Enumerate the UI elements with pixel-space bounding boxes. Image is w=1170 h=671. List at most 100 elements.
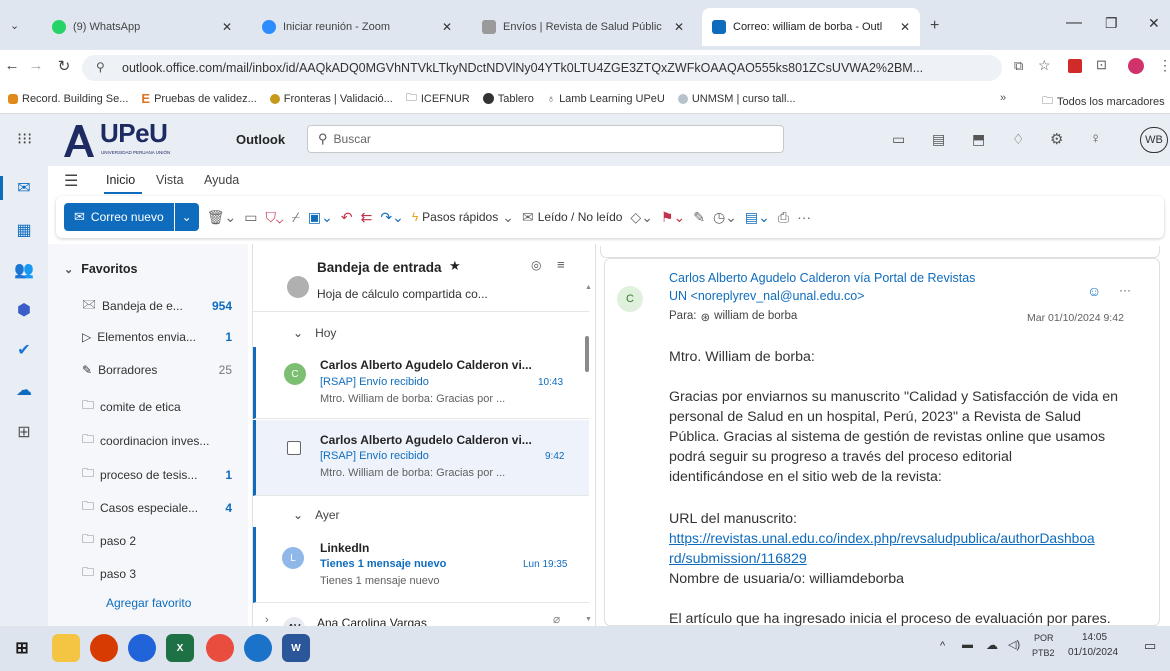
site-info-icon[interactable]: ⚲	[96, 60, 105, 74]
recipient-name[interactable]: william de borba	[714, 310, 797, 324]
report-icon[interactable]: ⛉⌄	[265, 209, 283, 226]
rules-icon[interactable]: ▤⌄	[745, 209, 770, 226]
search-input[interactable]: ⚲ Buscar	[307, 125, 784, 153]
word-icon[interactable]: ▤	[932, 131, 945, 148]
scroll-up-arrow[interactable]: ▲	[585, 284, 592, 291]
clock-time[interactable]: 14:05	[1082, 632, 1107, 643]
folder-item[interactable]: 🗀 proceso de tesis... 1	[82, 464, 232, 485]
tips-lightbulb-icon[interactable]: ♀	[1090, 130, 1101, 147]
more-options[interactable]: ···	[797, 209, 811, 225]
notification-bell-icon[interactable]: ♢	[1012, 131, 1025, 148]
extension-pdf-icon[interactable]	[1068, 59, 1082, 73]
tag-icon[interactable]: ◇⌄	[630, 209, 653, 226]
new-tab-button[interactable]: +	[930, 17, 939, 35]
onedrive-tray-icon[interactable]: ☁	[986, 638, 998, 652]
folder-sent[interactable]: ▷ Elementos envia... 1	[82, 330, 232, 344]
office-app-icon[interactable]	[90, 634, 118, 662]
tab-inicio[interactable]: Inicio	[106, 173, 135, 187]
tab-search-chevron-icon[interactable]: ⌄	[10, 19, 19, 32]
tab-outlook[interactable]: Correo: william de borba - Outl ✕	[702, 8, 920, 46]
sweep-icon[interactable]: ⌿	[292, 209, 300, 226]
emoji-react-icon[interactable]: ☺	[1087, 283, 1101, 299]
teams-chat-icon[interactable]: ▭	[892, 131, 905, 148]
tray-chevron-icon[interactable]: ^	[940, 640, 945, 652]
close-tab-icon[interactable]: ✕	[222, 20, 232, 34]
table-row[interactable]: C Carlos Alberto Agudelo Calderon vi... …	[253, 347, 589, 419]
more-bookmarks-icon[interactable]: »	[1000, 92, 1006, 104]
print-icon[interactable]: ⎙	[778, 209, 789, 226]
hamburger-menu-icon[interactable]: ☰	[64, 171, 78, 191]
table-row[interactable]: L LinkedIn Tienes 1 mensaje nuevo Lun 19…	[253, 527, 589, 603]
folder-inbox[interactable]: 🖂 Bandeja de e... 954	[82, 295, 232, 316]
sender-name[interactable]: Carlos Alberto Agudelo Calderon vía Port…	[669, 271, 975, 285]
delete-icon[interactable]: 🗑⌄	[207, 209, 237, 226]
folder-item[interactable]: 🗀 paso 2	[82, 530, 232, 551]
close-window-icon[interactable]: ✕	[1148, 15, 1160, 32]
app-name[interactable]: Outlook	[236, 132, 285, 147]
favorite-star-icon[interactable]: ★	[449, 258, 461, 274]
tab-zoom[interactable]: Iniciar reunión - Zoom ✕	[252, 8, 462, 46]
snooze-clock-icon[interactable]: ◷⌄	[713, 209, 737, 226]
teams-icon[interactable]: ⬢	[14, 300, 34, 320]
onedrive-cloud-icon[interactable]: ☁	[14, 380, 34, 400]
excel-icon[interactable]: X	[166, 634, 194, 662]
tab-revista[interactable]: Envíos | Revista de Salud Públic ✕	[472, 8, 694, 46]
bookmark-item[interactable]: Record. Building Se...	[8, 93, 128, 105]
input-language-1[interactable]: POR	[1034, 633, 1054, 643]
forward-icon[interactable]: ↷⌄	[380, 209, 403, 226]
bookmark-item[interactable]: UNMSM | curso tall...	[677, 93, 796, 105]
sender-email[interactable]: UN <noreplyrev_nal@unal.edu.co>	[669, 289, 864, 303]
extensions-icon[interactable]: ⊡	[1096, 57, 1107, 73]
group-header-today[interactable]: ⌄ Hoy	[293, 326, 336, 340]
volume-icon[interactable]: ◁)	[1008, 638, 1020, 651]
folder-item[interactable]: 🗀 coordinacion inves...	[82, 430, 232, 451]
tray-app-icon[interactable]: ▬	[962, 639, 973, 651]
new-mail-button[interactable]: ✉ Correo nuevo ⌄	[64, 203, 199, 231]
maximize-icon[interactable]: ❐	[1105, 15, 1118, 32]
calendar-icon[interactable]: ▦	[14, 220, 34, 240]
read-unread-button[interactable]: ✉ Leído / No leído	[522, 209, 622, 226]
user-avatar[interactable]: WB	[1140, 127, 1168, 153]
expand-thread-icon[interactable]: ›	[265, 614, 269, 626]
tab-ayuda[interactable]: Ayuda	[204, 173, 239, 187]
whiteboard-icon[interactable]: ⬒	[972, 131, 985, 148]
cast-icon[interactable]: ⧉	[1014, 58, 1023, 74]
move-to-icon[interactable]: ▣⌄	[308, 209, 333, 226]
notifications-icon[interactable]: ▭	[1144, 638, 1156, 654]
forward-icon[interactable]: →	[24, 57, 48, 74]
input-language-2[interactable]: PTB2	[1032, 648, 1055, 658]
folder-item[interactable]: 🗀 paso 3	[82, 563, 232, 584]
table-row[interactable]: Carlos Alberto Agudelo Calderon vi... [R…	[253, 420, 589, 496]
all-bookmarks-item[interactable]: 🗀 Todos los marcadores	[1042, 92, 1165, 111]
bookmark-item[interactable]: Fronteras | Validació...	[269, 93, 393, 105]
group-header-yesterday[interactable]: ⌄ Ayer	[293, 508, 340, 522]
edge-icon[interactable]	[244, 634, 272, 662]
scroll-down-arrow[interactable]: ▼	[585, 616, 592, 623]
url-field[interactable]: ⚲ outlook.office.com/mail/inbox/id/AAQkA…	[82, 55, 1002, 81]
word-app-icon[interactable]: W	[282, 634, 310, 662]
favorites-header[interactable]: ⌄ Favoritos	[64, 262, 137, 276]
bookmark-item[interactable]: Tablero	[482, 93, 534, 105]
tab-whatsapp[interactable]: (9) WhatsApp ✕	[42, 8, 242, 46]
list-item[interactable]: Hoja de cálculo compartida co...	[253, 276, 589, 312]
folder-item[interactable]: 🗀 comite de etica	[82, 396, 232, 417]
settings-gear-icon[interactable]: ⚙	[1050, 130, 1063, 148]
bookmark-star-icon[interactable]: ☆	[1038, 57, 1051, 74]
close-tab-icon[interactable]: ✕	[442, 20, 452, 34]
tab-vista[interactable]: Vista	[156, 173, 184, 187]
more-actions-icon[interactable]: ···	[1119, 283, 1131, 297]
manuscript-link[interactable]: https://revistas.unal.edu.co/index.php/r…	[669, 529, 1151, 550]
pin-icon[interactable]: ✎	[693, 209, 705, 226]
windows-start-icon[interactable]: ⊞	[8, 634, 36, 662]
people-icon[interactable]: 👥	[14, 260, 34, 280]
clock-date[interactable]: 01/10/2024	[1068, 647, 1118, 658]
table-row[interactable]: › AV Ana Carolina Vargas ⌀	[253, 604, 589, 639]
app-launcher-icon[interactable]: ⁝⁝⁝	[17, 129, 32, 149]
folder-drafts[interactable]: ✎ Borradores 25	[82, 363, 232, 377]
close-tab-icon[interactable]: ✕	[674, 20, 684, 34]
apps-grid-icon[interactable]: ⊞	[14, 422, 34, 442]
profile-avatar[interactable]	[1128, 58, 1144, 74]
chrome-icon[interactable]	[206, 634, 234, 662]
back-icon[interactable]: ←	[0, 57, 24, 74]
select-mode-icon[interactable]: ◎	[531, 258, 541, 272]
